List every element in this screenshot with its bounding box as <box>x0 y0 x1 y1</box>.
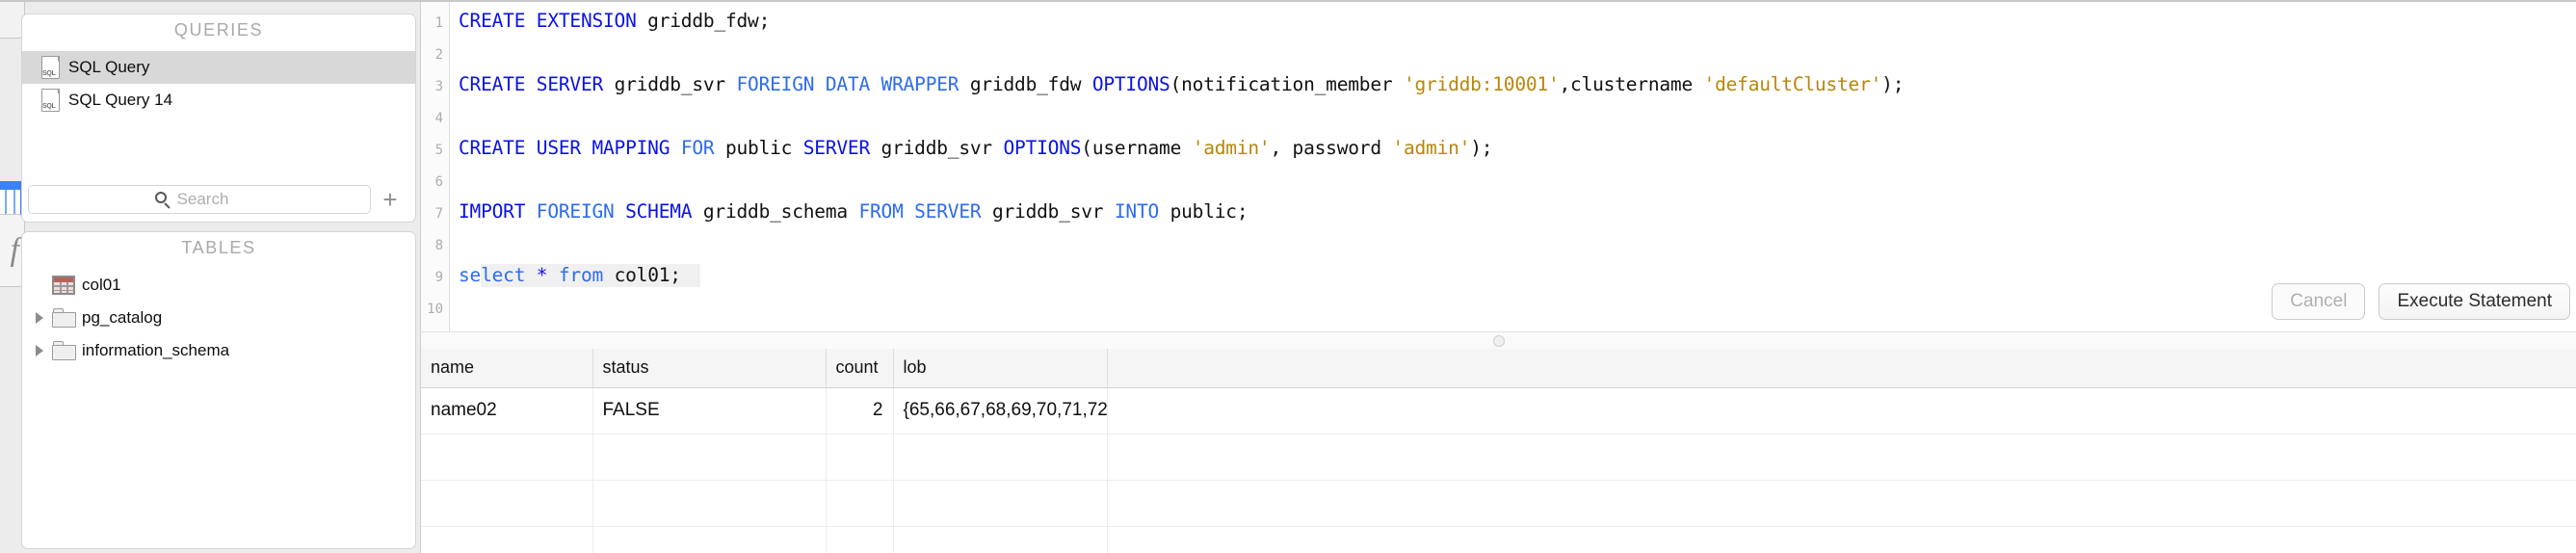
table-header-row: name status count lob <box>421 349 2576 388</box>
code-line-7: IMPORT FOREIGN SCHEMA griddb_schema FROM… <box>459 200 1249 223</box>
line-number: 2 <box>434 47 443 63</box>
cell-name: name02 <box>421 387 593 434</box>
cancel-button[interactable]: Cancel <box>2272 283 2366 320</box>
editor-gutter: 1 2 3 4 5 6 7 8 9 10 <box>421 2 450 331</box>
pane-splitter[interactable] <box>420 331 2576 349</box>
query-item-label: SQL Query 14 <box>68 91 173 109</box>
editor-action-bar: Cancel Execute Statement <box>2272 283 2570 320</box>
queries-list: SQL SQL Query SQL SQL Query 14 <box>22 51 415 117</box>
cell-lob <box>893 480 1108 527</box>
table-item-pg-catalog[interactable]: pg_catalog <box>22 302 415 334</box>
cell-lob <box>893 526 1108 553</box>
table-item-label: col01 <box>82 276 121 294</box>
column-header-name[interactable]: name <box>421 349 593 388</box>
line-number: 1 <box>434 15 443 31</box>
table-row[interactable] <box>421 480 2576 527</box>
query-item-sql-query[interactable]: SQL SQL Query <box>22 51 415 84</box>
table-item-information-schema[interactable]: information_schema <box>22 334 415 367</box>
search-icon <box>154 191 171 209</box>
cell-empty <box>1107 526 2576 553</box>
cell-status <box>592 480 827 527</box>
tables-panel-title: TABLES <box>181 238 256 257</box>
add-query-button[interactable]: + <box>371 185 409 214</box>
cell-lob <box>893 434 1108 481</box>
sql-code-area[interactable]: CREATE EXTENSION griddb_fdw; CREATE SERV… <box>451 2 2576 331</box>
code-line-5: CREATE USER MAPPING FOR public SERVER gr… <box>459 137 1493 159</box>
line-number: 7 <box>434 206 443 222</box>
cell-name <box>421 434 593 481</box>
table-grid-icon <box>49 276 78 295</box>
line-number: 6 <box>434 174 443 190</box>
code-line-9: select * from col01; <box>459 264 681 286</box>
cell-name <box>421 480 593 527</box>
sql-file-icon: SQL <box>36 56 65 79</box>
queries-search-row: Search + <box>22 185 415 214</box>
code-line-3: CREATE SERVER griddb_svr FOREIGN DATA WR… <box>459 73 1905 95</box>
tables-panel: TABLES col01 pg_catalog information_sche… <box>21 231 416 549</box>
sql-file-icon: SQL <box>36 89 65 112</box>
table-row[interactable]: name02 FALSE 2 {65,66,67,68,69,70,71,72,… <box>421 387 2576 434</box>
table-row[interactable] <box>421 526 2576 553</box>
column-header-count[interactable]: count <box>826 349 894 388</box>
cell-empty <box>1107 480 2576 527</box>
splitter-grip-handle[interactable] <box>1492 335 1505 347</box>
line-number: 3 <box>434 79 443 94</box>
column-header-status[interactable]: status <box>592 349 827 388</box>
tables-list: col01 pg_catalog information_schema <box>22 269 415 367</box>
folder-icon <box>49 341 78 360</box>
results-grid[interactable]: name status count lob name02 FALSE 2 {65… <box>420 349 2576 553</box>
queries-panel-title: QUERIES <box>173 20 264 40</box>
chevron-right-icon[interactable] <box>30 345 49 356</box>
cell-count <box>826 434 894 481</box>
search-placeholder: Search <box>176 190 229 208</box>
cell-count <box>826 480 894 527</box>
query-item-label: SQL Query <box>68 58 150 76</box>
cell-status: FALSE <box>592 387 827 434</box>
line-number: 4 <box>434 111 443 126</box>
table-row[interactable] <box>421 434 2576 481</box>
line-number: 5 <box>434 143 443 158</box>
table-item-col01[interactable]: col01 <box>22 269 415 302</box>
code-line-1: CREATE EXTENSION griddb_fdw; <box>459 10 771 32</box>
search-input[interactable]: Search <box>28 185 371 214</box>
cell-lob: {65,66,67,68,69,70,71,72,73,74} <box>893 387 1108 434</box>
table-item-label: pg_catalog <box>82 308 163 327</box>
cell-name <box>421 526 593 553</box>
column-header-lob[interactable]: lob <box>893 349 1108 388</box>
line-number: 8 <box>434 238 443 253</box>
cell-empty <box>1107 434 2576 481</box>
results-table: name status count lob name02 FALSE 2 {65… <box>421 349 2576 553</box>
function-fx-icon: f <box>10 232 19 268</box>
folder-icon <box>49 308 78 328</box>
cell-empty <box>1107 387 2576 434</box>
query-item-sql-query-14[interactable]: SQL SQL Query 14 <box>22 84 415 117</box>
chevron-right-icon[interactable] <box>30 312 49 324</box>
queries-panel: QUERIES SQL SQL Query SQL SQL Query 14 S… <box>21 13 416 223</box>
cell-count <box>826 526 894 553</box>
cell-status <box>592 526 827 553</box>
sql-editor-pane[interactable]: 1 2 3 4 5 6 7 8 9 10 CREATE EXTENSION gr… <box>420 2 2576 331</box>
table-item-label: information_schema <box>82 341 230 359</box>
line-number: 10 <box>427 302 443 317</box>
line-number: 9 <box>434 270 443 285</box>
cell-count: 2 <box>826 387 894 434</box>
column-header-empty[interactable] <box>1107 349 2576 388</box>
execute-statement-button[interactable]: Execute Statement <box>2379 283 2570 320</box>
app-window: f QUERIES SQL SQL Query SQL SQL Query 14… <box>0 0 2576 553</box>
cell-status <box>592 434 827 481</box>
